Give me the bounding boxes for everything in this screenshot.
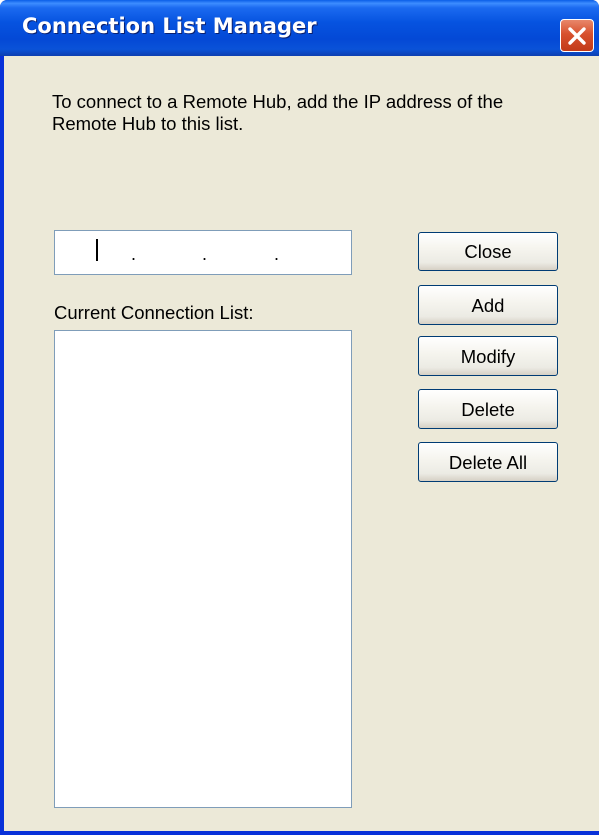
title-bar[interactable]: Connection List Manager xyxy=(0,0,599,56)
instruction-text: To connect to a Remote Hub, add the IP a… xyxy=(52,91,504,134)
ip-octet-separator: . xyxy=(274,244,280,264)
delete-button[interactable]: Delete xyxy=(418,389,558,429)
close-button[interactable]: Close xyxy=(418,232,558,271)
connection-list[interactable] xyxy=(54,330,352,808)
add-button[interactable]: Add xyxy=(418,285,558,325)
connection-list-label: Current Connection List: xyxy=(54,302,254,323)
title-close-button[interactable] xyxy=(560,19,594,52)
window-title: Connection List Manager xyxy=(22,14,317,38)
ip-octet-separator: . xyxy=(202,244,208,264)
modify-button[interactable]: Modify xyxy=(418,336,558,376)
ip-octet-separator: . xyxy=(131,244,137,264)
dialog-window: Connection List Manager To connect to a … xyxy=(0,0,599,835)
text-caret xyxy=(96,239,98,261)
close-icon xyxy=(568,26,586,45)
window-frame-bottom xyxy=(0,831,599,835)
delete-all-button[interactable]: Delete All xyxy=(418,442,558,482)
ip-address-input[interactable]: . . . xyxy=(54,230,352,275)
window-frame-left xyxy=(0,56,4,835)
